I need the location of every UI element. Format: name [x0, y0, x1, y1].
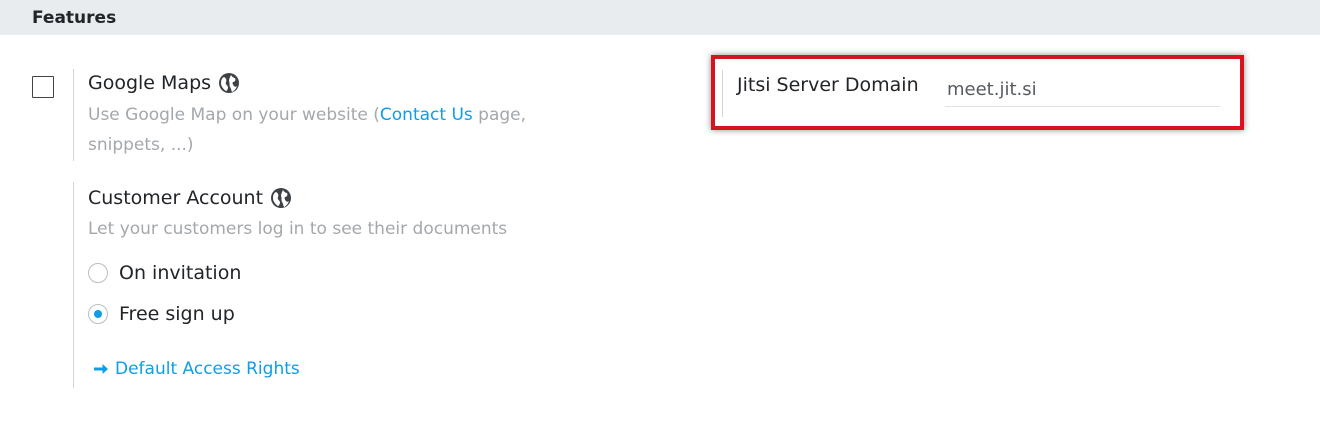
google-maps-desc-line2: snippets, ...) — [88, 135, 194, 155]
arrow-right-icon — [93, 361, 109, 377]
default-access-rights-link[interactable]: Default Access Rights — [93, 359, 300, 379]
google-maps-desc-suffix: page, — [472, 105, 527, 125]
radio-free-sign-up[interactable]: Free sign up — [88, 303, 235, 325]
google-maps-description: Use Google Map on your website (Contact … — [88, 100, 608, 160]
google-maps-title: Google Maps — [88, 72, 212, 94]
google-maps-title-row: Google Maps — [88, 72, 240, 94]
customer-account-description: Let your customers log in to see their d… — [88, 219, 508, 239]
radio-button[interactable] — [88, 304, 108, 324]
divider-customer-account — [73, 182, 74, 388]
radio-label: On invitation — [119, 262, 242, 284]
customer-account-title: Customer Account — [88, 187, 264, 209]
globe-icon — [270, 187, 292, 209]
radio-button[interactable] — [88, 263, 108, 283]
default-access-rights-label: Default Access Rights — [115, 359, 300, 379]
contact-us-link[interactable]: Contact Us — [380, 105, 473, 125]
google-maps-desc-text: Use Google Map on your website ( — [88, 105, 380, 125]
customer-account-title-row: Customer Account — [88, 187, 292, 209]
radio-selected-dot — [94, 310, 102, 318]
divider-google-maps — [73, 69, 74, 161]
radio-on-invitation[interactable]: On invitation — [88, 262, 241, 284]
divider-jitsi — [722, 70, 723, 117]
radio-label: Free sign up — [119, 303, 235, 325]
section-header: Features — [0, 0, 1320, 35]
section-title: Features — [32, 7, 117, 28]
globe-icon — [218, 72, 240, 94]
jitsi-server-domain-input[interactable] — [945, 73, 1220, 107]
google-maps-checkbox[interactable] — [32, 76, 54, 98]
jitsi-server-domain-label: Jitsi Server Domain — [737, 74, 919, 96]
